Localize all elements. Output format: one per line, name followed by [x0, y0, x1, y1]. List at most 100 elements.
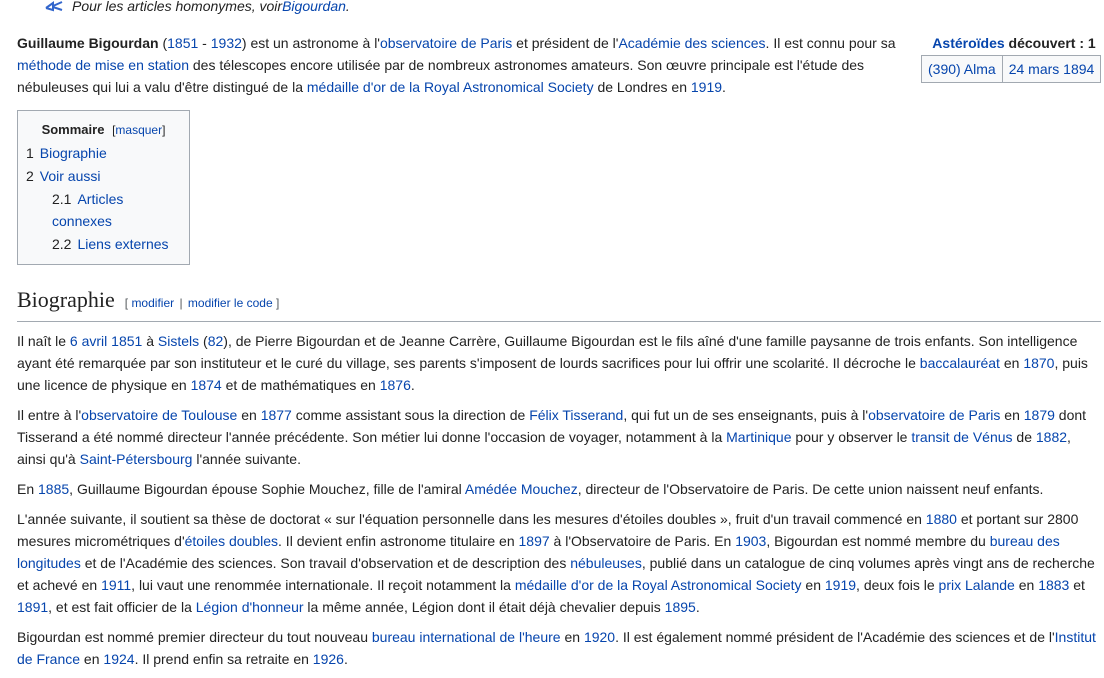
inline-link[interactable]: 1932 [211, 35, 242, 51]
inline-link[interactable]: bureau international de l'heure [372, 629, 561, 645]
inline-link[interactable]: 1879 [1024, 407, 1055, 423]
toc-item[interactable]: 1 Biographie [26, 142, 181, 164]
inline-link[interactable]: Martinique [726, 429, 791, 445]
inline-link[interactable]: 1895 [665, 599, 696, 615]
inline-link[interactable]: observatoire de Paris [380, 35, 512, 51]
inline-link[interactable]: observatoire de Toulouse [81, 407, 237, 423]
inline-link[interactable]: Sistels [158, 333, 199, 349]
toc-hide-link[interactable]: masquer [115, 123, 162, 137]
inline-link[interactable]: 1924 [103, 651, 134, 667]
toc-toggle: [masquer] [112, 123, 165, 137]
text-run: , Bigourdan est nommé membre du [766, 533, 990, 549]
inline-link[interactable]: 6 avril [70, 333, 107, 349]
inline-link[interactable]: Amédée Mouchez [465, 481, 578, 497]
inline-link[interactable]: 1877 [261, 407, 292, 423]
text-run: . [695, 599, 700, 615]
toc-number: 2.2 [52, 236, 72, 252]
toc-subitem[interactable]: 2.2 Liens externes [52, 233, 181, 255]
inline-link[interactable]: étoiles doubles [185, 533, 278, 549]
inline-link[interactable]: 1883 [1038, 577, 1069, 593]
body-paragraph: Il entre à l'observatoire de Toulouse en… [17, 404, 1097, 470]
inline-link[interactable]: 1920 [584, 629, 615, 645]
inline-link[interactable]: 1880 [926, 511, 957, 527]
text-run: . Il est connu pour sa [765, 35, 896, 51]
text-run: . Il devient enfin astronome titulaire e… [278, 533, 519, 549]
inline-link[interactable]: Académie des sciences [618, 35, 765, 51]
text-run: à l'Observatoire de Paris. En [549, 533, 736, 549]
inline-link[interactable]: 1876 [380, 377, 411, 393]
edit-link[interactable]: modifier [131, 296, 174, 310]
section-body: Il naît le 6 avril 1851 à Sistels (82), … [17, 330, 1101, 670]
body-paragraph: L'année suivante, il soutient sa thèse d… [17, 508, 1097, 618]
inline-link[interactable]: 1919 [691, 79, 722, 95]
text-run: , directeur de l'Observatoire de Paris. … [577, 481, 1044, 497]
inline-link[interactable]: 82 [208, 333, 224, 349]
edit-section: [ modifier | modifier le code ] [125, 296, 280, 310]
toc-number: 2.1 [52, 191, 72, 207]
inline-link[interactable]: Saint-Pétersbourg [80, 451, 193, 467]
text-run: ( [158, 35, 168, 51]
edit-bracket-close: ] [272, 296, 280, 310]
text-run: en [237, 407, 261, 423]
inline-link[interactable]: 1903 [735, 533, 766, 549]
text-run: et président de l' [512, 35, 619, 51]
body-paragraph: Bigourdan est nommé premier directeur du… [17, 626, 1097, 670]
inline-link[interactable]: 1897 [519, 533, 550, 549]
text-run: en [560, 629, 584, 645]
text-run: et de mathématiques en [221, 377, 380, 393]
inline-link[interactable]: nébuleuses [570, 555, 642, 571]
text-run: en [80, 651, 104, 667]
table-of-contents: Sommaire [masquer] 1 Biographie 2 Voir aus… [17, 110, 190, 265]
toc-title: Sommaire [masquer] [26, 119, 181, 141]
text-run: Il entre à l' [17, 407, 82, 423]
inline-link[interactable]: baccalauréat [920, 355, 1000, 371]
inline-link[interactable]: 1926 [313, 651, 344, 667]
text-run: en [1000, 407, 1024, 423]
text-run: de Londres en [593, 79, 691, 95]
text-run: . Il prend enfin sa retraite en [134, 651, 313, 667]
inline-link[interactable]: 1919 [825, 577, 856, 593]
toc-link-liens-externes[interactable]: Liens externes [77, 236, 168, 252]
subject-name: Guillaume Bigourdan [17, 35, 159, 51]
inline-link[interactable]: observatoire de Paris [868, 407, 1000, 423]
text-run: et de l'Académie des sciences. Son trava… [80, 555, 571, 571]
inline-link[interactable]: Félix Tisserand [529, 407, 623, 423]
text-run: . [410, 377, 415, 393]
toc-list: 1 Biographie 2 Voir aussi 2.1 Articles conn… [26, 142, 181, 255]
hatnote-link[interactable]: Bigourdan [282, 0, 346, 16]
text-run: pour y observer le [791, 429, 912, 445]
inline-link[interactable]: 1870 [1023, 355, 1054, 371]
toc-number: 2 [26, 168, 34, 184]
text-run: , lui vaut une renommée internationale. … [131, 577, 515, 593]
section-heading-biographie: Biographie [ modifier | modifier le code … [17, 285, 1101, 322]
text-run: comme assistant sous la direction de [291, 407, 530, 423]
inline-link[interactable]: 1874 [191, 377, 222, 393]
edit-source-link[interactable]: modifier le code [188, 296, 273, 310]
inline-link[interactable]: 1911 [101, 577, 131, 593]
text-run: , deux fois le [856, 577, 939, 593]
hatnote-end: . [345, 0, 350, 14]
text-run: et [1069, 577, 1085, 593]
inline-link[interactable]: médaille d'or de la Royal Astronomical S… [307, 79, 594, 95]
text-run: - [198, 35, 211, 51]
inline-link[interactable]: 1851 [167, 35, 198, 51]
text-run: Bigourdan est nommé premier directeur du… [17, 629, 372, 645]
inline-link[interactable]: 1891 [17, 599, 48, 615]
inline-link[interactable]: 1851 [111, 333, 142, 349]
toc-link-voir-aussi[interactable]: Voir aussi [40, 168, 101, 184]
inline-link[interactable]: prix Lalande [939, 577, 1015, 593]
inline-link[interactable]: 1882 [1036, 429, 1067, 445]
inline-link[interactable]: méthode de mise en station [17, 57, 189, 73]
edit-separator: | [176, 296, 186, 310]
toc-item[interactable]: 2 Voir aussi 2.1 Articles connexes 2.2 Lien… [26, 165, 181, 255]
inline-link[interactable]: transit de Vénus [911, 429, 1012, 445]
text-run: En [17, 481, 39, 497]
inline-link[interactable]: 1885 [38, 481, 69, 497]
inline-link[interactable]: médaille d'or de la Royal Astronomical S… [515, 577, 802, 593]
inline-link[interactable]: Légion d'honneur [196, 599, 304, 615]
text-run: de [1012, 429, 1036, 445]
toc-subitem[interactable]: 2.1 Articles connexes [52, 188, 181, 232]
toc-link-biographie[interactable]: Biographie [40, 145, 107, 161]
text-run: . Il est également nommé président de l'… [615, 629, 1055, 645]
toc-heading: Sommaire [41, 122, 105, 137]
